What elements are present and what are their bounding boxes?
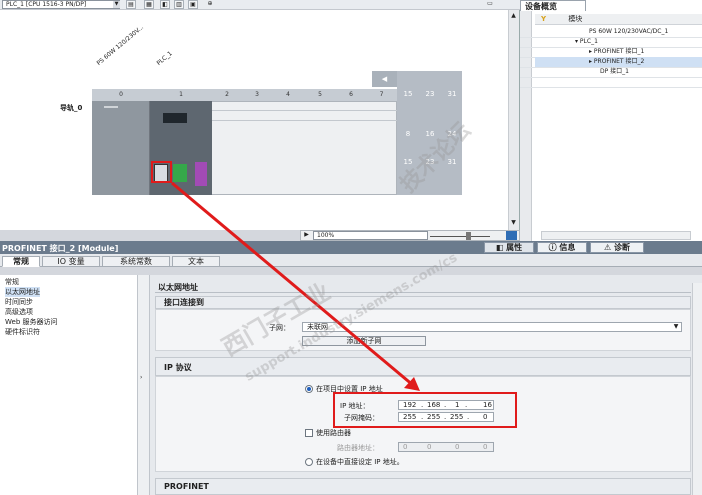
scroll-up-icon[interactable]: ▲	[509, 12, 518, 20]
nav-item-advanced[interactable]: 高级选项	[5, 307, 33, 317]
filter-icon[interactable]: Y	[541, 15, 546, 23]
grid-line	[520, 87, 702, 88]
grid-line	[520, 77, 702, 78]
rack-collapse-left-icon[interactable]: ◀	[372, 71, 397, 87]
overview-row[interactable]: ▾ PLC_1	[535, 37, 702, 47]
tab-info[interactable]: ⓘ 信息	[537, 242, 587, 253]
overview-row[interactable]: DP 接口_1	[535, 67, 702, 77]
add-subnet-button[interactable]: 添加新子网	[302, 336, 426, 346]
slot-number: 7	[379, 91, 384, 98]
zoom-slider-thumb[interactable]	[466, 232, 471, 240]
dp-port-icon[interactable]	[195, 162, 207, 186]
ext-slot-number: 31	[447, 90, 457, 98]
rack-divider	[212, 110, 397, 111]
slot-number: 2	[225, 91, 229, 98]
subnet-label: 子网：	[269, 324, 290, 332]
slot-number: 6	[349, 91, 353, 98]
subnet-select[interactable]: 未联网	[302, 322, 682, 332]
tab-texts[interactable]: 文本	[172, 256, 220, 267]
toolbar-icon-1[interactable]: ▤	[126, 0, 136, 9]
slot-number: 4	[286, 91, 290, 98]
highlight-ip-box	[333, 392, 517, 428]
overview-header: Y 模块	[535, 14, 702, 25]
tab-io-tags[interactable]: IO 变量	[42, 256, 100, 267]
iface-heading: 接口连接到	[155, 296, 691, 309]
set-on-device-label: 在设备中直接设定 IP 地址。	[316, 458, 404, 466]
fit-view-icon[interactable]	[506, 231, 517, 240]
slot-number: 3	[255, 91, 259, 98]
slot-number: 1	[179, 91, 183, 98]
ps-led	[104, 106, 118, 108]
device-overview-tab[interactable]: 设备概览	[520, 0, 586, 11]
ext-slot-number: 24	[447, 130, 457, 138]
nav-item-general[interactable]: 常规	[5, 277, 19, 287]
collapse-nav-icon[interactable]: ›	[140, 374, 146, 388]
ext-slot-number: 23	[425, 90, 435, 98]
ext-slot-number: 31	[447, 158, 457, 166]
ext-slot-number: 15	[403, 90, 413, 98]
cpu-display	[163, 113, 187, 123]
zoom-slider-track[interactable]	[430, 236, 490, 237]
toolbar-icon-4[interactable]: ▥	[174, 0, 184, 9]
overview-left-scroll[interactable]	[520, 11, 532, 241]
toolbar-icon-3[interactable]: ◧	[160, 0, 170, 9]
tab-diagnostics[interactable]: ⚠ 诊断	[590, 242, 644, 253]
radio-set-in-project[interactable]	[305, 385, 313, 393]
properties-title: PROFINET 接口_2 [Module]	[2, 244, 119, 253]
ext-slot-number: 15	[403, 158, 413, 166]
overview-row[interactable]: PS 60W 120/230VAC/DC_1	[535, 27, 702, 37]
power-supply-module[interactable]	[92, 101, 150, 195]
use-router-checkbox[interactable]	[305, 429, 313, 437]
slot-number: 5	[318, 91, 322, 98]
content-scrollbar[interactable]	[692, 283, 702, 495]
radio-set-on-device[interactable]	[305, 458, 313, 466]
ext-slot-number: 16	[425, 130, 435, 138]
router-address-field[interactable]: 0 0 0 0	[398, 442, 494, 452]
overview-module-column: 模块	[568, 15, 583, 23]
nav-item-hardware-id[interactable]: 硬件标识符	[5, 327, 40, 337]
overview-row[interactable]: ▸ PROFINET 接口_1	[535, 47, 702, 57]
zoom-icon[interactable]: ⊕	[205, 0, 215, 9]
tab-general[interactable]: 常规	[2, 256, 40, 267]
zoom-select[interactable]: 100%	[313, 231, 428, 240]
info-icon: ⓘ	[548, 243, 560, 252]
use-router-label: 使用路由器	[316, 429, 351, 437]
overview-icon[interactable]: ▭	[485, 0, 495, 9]
overview-h-scrollbar[interactable]	[541, 231, 691, 240]
nav-item-ethernet-address[interactable]: 以太网地址	[5, 287, 40, 297]
tab-properties[interactable]: ◧ 属性	[484, 242, 534, 253]
device-select[interactable]: PLC_1 [CPU 1516-3 PN/DP]	[2, 0, 120, 9]
scroll-down-icon[interactable]: ▼	[509, 219, 518, 227]
dropdown-arrow-icon[interactable]: ▼	[113, 1, 120, 8]
slot-number: 0	[119, 91, 123, 98]
nav-item-web-server[interactable]: Web 服务器访问	[5, 317, 58, 327]
overview-row-selected[interactable]: ▸ PROFINET 接口_2	[535, 57, 702, 67]
profinet-heading: PROFINET	[155, 478, 691, 495]
scroll-right-icon[interactable]: ▶	[302, 231, 311, 240]
rack-divider	[212, 120, 397, 121]
router-address-label: 路由器地址：	[337, 444, 379, 452]
divider	[155, 292, 691, 293]
ip-heading: IP 协议	[155, 357, 691, 376]
chevron-down-icon[interactable]: ▼	[671, 323, 681, 331]
toolbar-icon-5[interactable]: ▣	[188, 0, 198, 9]
profinet-port-icon[interactable]	[173, 164, 187, 182]
diagnostics-icon: ⚠	[604, 243, 614, 252]
toolbar-icon-2[interactable]: ▦	[144, 0, 154, 9]
ext-slot-number: 8	[405, 130, 411, 138]
rail-label: 导轨_0	[60, 104, 83, 112]
tab-system-constants[interactable]: 系统常数	[102, 256, 170, 267]
highlight-port-box	[151, 161, 172, 183]
vertical-scrollbar[interactable]	[508, 10, 519, 230]
nav-item-time-sync[interactable]: 时间同步	[5, 297, 33, 307]
properties-icon: ◧	[495, 243, 507, 252]
ext-slot-number: 23	[425, 158, 435, 166]
